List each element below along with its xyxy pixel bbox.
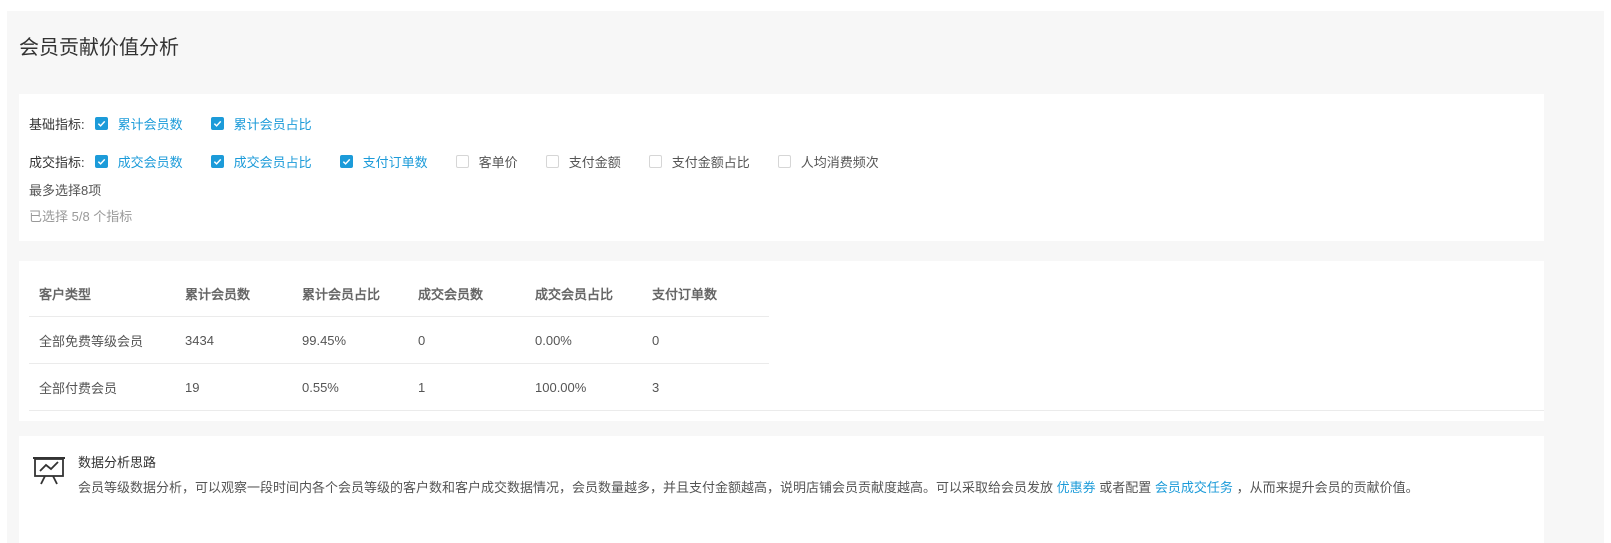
table-divider	[769, 410, 1544, 411]
member-deal-task-link[interactable]: 会员成交任务	[1155, 480, 1233, 495]
checkbox-box[interactable]	[545, 154, 559, 168]
table-cell: 99.45%	[302, 332, 347, 348]
table-row: 全部免费等级会员 3434 99.45% 0 0.00% 0	[29, 317, 769, 364]
table-row: 全部付费会员 19 0.55% 1 100.00% 3	[29, 364, 769, 411]
checkbox-label[interactable]: 人均消费频次	[801, 152, 879, 171]
table-header-cell: 累计会员占比	[302, 287, 381, 302]
checkbox-paid-orders[interactable]: 支付订单数	[339, 152, 428, 171]
checkbox-deal-members[interactable]: 成交会员数	[94, 152, 183, 171]
checkbox-cumulative-member-ratio[interactable]: 累计会员占比	[210, 114, 312, 133]
member-value-table-card: 客户类型 累计会员数 累计会员占比 成交会员数 成交会员占比 支付订单数 全部免…	[19, 261, 1544, 421]
table-header-cell: 支付订单数	[652, 287, 718, 302]
selected-count-hint: 已选择 5/8 个指标	[29, 209, 133, 224]
check-icon[interactable]	[210, 116, 224, 130]
tips-text: ，从而来提升会员的贡献价值。	[1236, 480, 1419, 495]
table-cell: 全部免费等级会员	[39, 333, 144, 349]
checkbox-label[interactable]: 支付金额	[569, 152, 621, 171]
page-container: 会员贡献价值分析 基础指标: 累计会员数 累计会员占比 成交指标: 成交会员数 …	[7, 11, 1604, 543]
table-cell: 100.00%	[535, 379, 587, 395]
checkbox-avg-purchase-frequency[interactable]: 人均消费频次	[777, 152, 879, 171]
checkbox-box[interactable]	[777, 154, 791, 168]
table-cell: 3434	[185, 332, 214, 348]
table-header-cell: 成交会员数	[418, 287, 484, 302]
check-icon[interactable]	[339, 154, 353, 168]
member-value-table: 客户类型 累计会员数 累计会员占比 成交会员数 成交会员占比 支付订单数 全部免…	[29, 271, 769, 411]
table-cell: 3	[652, 379, 660, 395]
checkbox-label[interactable]: 成交会员数	[118, 152, 183, 171]
max-selection-hint: 最多选择8项	[29, 183, 102, 198]
checkbox-label[interactable]: 支付订单数	[363, 152, 428, 171]
checkbox-payment-amount[interactable]: 支付金额	[545, 152, 621, 171]
analysis-tips-card: 数据分析思路 会员等级数据分析，可以观察一段时间内各个会员等级的客户数和客户成交…	[19, 436, 1544, 543]
check-icon[interactable]	[210, 154, 224, 168]
table-cell: 0.00%	[535, 332, 572, 348]
checkbox-label[interactable]: 支付金额占比	[672, 152, 750, 171]
checkbox-deal-member-ratio[interactable]: 成交会员占比	[210, 152, 312, 171]
metric-filter-panel: 基础指标: 累计会员数 累计会员占比 成交指标: 成交会员数 成交会员占比 支付…	[19, 94, 1544, 241]
page-title: 会员贡献价值分析	[19, 37, 179, 59]
table-header-cell: 成交会员占比	[535, 287, 614, 302]
table-cell: 1	[418, 379, 426, 395]
tips-title: 数据分析思路	[78, 455, 157, 470]
checkbox-label[interactable]: 客单价	[479, 152, 518, 171]
checkbox-label[interactable]: 累计会员数	[118, 114, 183, 133]
checkbox-label[interactable]: 成交会员占比	[234, 152, 312, 171]
basic-metrics-row: 基础指标: 累计会员数 累计会员占比	[29, 114, 340, 132]
checkbox-label[interactable]: 累计会员占比	[234, 114, 312, 133]
table-cell: 全部付费会员	[39, 380, 118, 396]
table-cell: 19	[185, 379, 200, 395]
checkbox-box[interactable]	[648, 154, 662, 168]
basic-metrics-label: 基础指标:	[29, 116, 85, 132]
tips-text: 或者配置	[1099, 480, 1152, 495]
deal-metrics-row: 成交指标: 成交会员数 成交会员占比 支付订单数 客单价 支付金额 支付金额占比…	[29, 152, 907, 170]
check-icon[interactable]	[94, 116, 108, 130]
checkbox-box[interactable]	[455, 154, 469, 168]
table-cell: 0	[418, 332, 426, 348]
checkbox-cumulative-members[interactable]: 累计会员数	[94, 114, 183, 133]
coupon-link[interactable]: 优惠券	[1057, 480, 1096, 495]
tips-body: 会员等级数据分析，可以观察一段时间内各个会员等级的客户数和客户成交数据情况，会员…	[78, 477, 1419, 496]
table-cell: 0.55%	[302, 379, 339, 395]
table-header-cell: 累计会员数	[185, 287, 251, 302]
table-cell: 0	[652, 332, 660, 348]
table-header-cell: 客户类型	[39, 287, 92, 302]
presentation-chart-icon	[31, 452, 67, 488]
deal-metrics-label: 成交指标:	[29, 154, 85, 170]
table-header-row: 客户类型 累计会员数 累计会员占比 成交会员数 成交会员占比 支付订单数	[29, 271, 769, 317]
checkbox-avg-order-value[interactable]: 客单价	[455, 152, 518, 171]
checkbox-payment-amount-ratio[interactable]: 支付金额占比	[648, 152, 750, 171]
check-icon[interactable]	[94, 154, 108, 168]
tips-text: 会员等级数据分析，可以观察一段时间内各个会员等级的客户数和客户成交数据情况，会员…	[78, 480, 1054, 495]
